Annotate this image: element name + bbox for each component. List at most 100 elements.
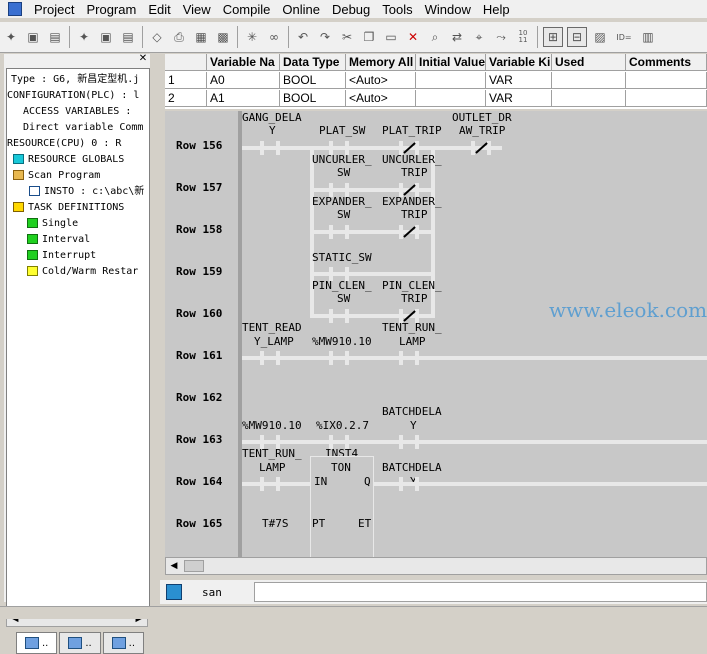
power-rail [238, 111, 242, 558]
id-icon[interactable]: ID= [613, 28, 635, 46]
tree-item[interactable]: Type : G6, 新昌定型机.j [11, 73, 139, 87]
tree-item[interactable]: Interrupt [27, 249, 96, 263]
compile-icon[interactable]: ✳ [243, 28, 261, 46]
tree-item[interactable]: ACCESS VARIABLES : [23, 105, 131, 119]
menu-help[interactable]: Help [477, 2, 516, 17]
variable-table: Variable Na Data Type Memory All Initial Va… [165, 54, 707, 109]
document-tab-san[interactable]: san [166, 582, 252, 602]
tree-item[interactable]: Interval [27, 233, 90, 247]
link-icon[interactable]: ∞ [265, 28, 283, 46]
tree-item[interactable]: Scan Program [13, 169, 100, 183]
table-row[interactable]: 1 A0 BOOL <Auto> VAR [165, 72, 707, 89]
contact-tent-ready-lamp[interactable] [260, 351, 280, 365]
contact-expander-sw[interactable] [329, 225, 349, 239]
open-program-icon[interactable]: ▣ [97, 28, 115, 46]
coil-batch-delay[interactable] [399, 435, 419, 449]
contact-label: TRIP [401, 208, 428, 221]
row-label: Row 158 [176, 223, 223, 236]
table-icon[interactable]: ▦ [192, 28, 210, 46]
tree-item[interactable]: CONFIGURATION(PLC) : l [7, 89, 139, 103]
menu-view[interactable]: View [177, 2, 217, 17]
tree-item-label: TASK DEFINITIONS [28, 202, 125, 213]
table-cell[interactable] [416, 90, 486, 107]
menu-tools[interactable]: Tools [376, 2, 418, 17]
table-cell[interactable] [552, 90, 626, 107]
tree-item[interactable]: Cold/Warm Restar [27, 265, 138, 279]
undo-icon[interactable]: ↶ [294, 28, 312, 46]
table-cell[interactable]: BOOL [280, 72, 346, 89]
menu-program[interactable]: Program [80, 2, 142, 17]
scroll-left-icon[interactable]: ◀ [168, 560, 180, 572]
column-header: Data Type [280, 54, 346, 71]
tree-item[interactable]: RESOURCE GLOBALS [13, 153, 124, 167]
contact-expander-trip[interactable] [399, 225, 419, 239]
contact-outlet-draw-trip[interactable] [471, 141, 491, 155]
contact-pin-clean-sw[interactable] [329, 309, 349, 323]
panel-close-icon[interactable]: ✕ [138, 54, 148, 64]
scrollbar-thumb[interactable] [184, 560, 204, 572]
paste-icon[interactable]: ▭ [382, 28, 400, 46]
ladder-horizontal-scrollbar[interactable]: ◀ [165, 557, 707, 575]
var-icon[interactable]: ◇ [148, 28, 166, 46]
table-cell[interactable]: VAR [486, 72, 552, 89]
table-cell[interactable]: 2 [165, 90, 207, 107]
grid-icon[interactable]: ▩ [214, 28, 232, 46]
toolbar-separator [237, 26, 238, 48]
table-cell[interactable]: <Auto> [346, 90, 416, 107]
tree-item[interactable]: RESOURCE(CPU) 0 : R [7, 137, 121, 151]
tree-item[interactable]: TASK DEFINITIONS [13, 201, 124, 215]
status-bar [0, 606, 707, 619]
new-program-icon[interactable]: ✦ [75, 28, 93, 46]
table-cell[interactable] [552, 72, 626, 89]
contact-label: UNCURLER_ [312, 153, 372, 166]
table-cell[interactable]: 1 [165, 72, 207, 89]
menu-project[interactable]: Project [28, 2, 80, 17]
table-cell[interactable]: A0 [207, 72, 280, 89]
menu-debug[interactable]: Debug [326, 2, 376, 17]
menu-window[interactable]: Window [419, 2, 477, 17]
menu-online[interactable]: Online [276, 2, 326, 17]
column-header: Variable Ki [486, 54, 552, 71]
contact-mw910-10[interactable] [329, 351, 349, 365]
table-cell[interactable]: <Auto> [346, 72, 416, 89]
table-cell[interactable] [626, 72, 707, 89]
renumber-icon[interactable]: 10 11 [514, 28, 532, 46]
tree-item[interactable]: Direct variable Comm [23, 121, 143, 135]
table-cell[interactable]: VAR [486, 90, 552, 107]
copy-icon[interactable]: ❐ [360, 28, 378, 46]
table-row[interactable]: 2 A1 BOOL <Auto> VAR [165, 90, 707, 107]
print-icon[interactable]: ⎙ [170, 28, 188, 46]
delete-icon[interactable]: ✕ [404, 28, 422, 46]
find-next-icon[interactable]: ⌖ [470, 28, 488, 46]
info-view-icon[interactable]: ⊟ [567, 27, 587, 47]
new-project-icon[interactable]: ✦ [2, 28, 20, 46]
tab-network-view[interactable]: .. [59, 632, 101, 654]
save-program-icon[interactable]: ▤ [119, 28, 137, 46]
replace-icon[interactable]: ⇄ [448, 28, 466, 46]
find-icon[interactable]: ⌕ [426, 28, 444, 46]
menu-edit[interactable]: Edit [142, 2, 176, 17]
tree-item[interactable]: INSTO : c:\abc\新 [29, 185, 144, 199]
table-cell[interactable]: BOOL [280, 90, 346, 107]
save-project-icon[interactable]: ▤ [46, 28, 64, 46]
coil-batch-delay-b[interactable] [399, 477, 419, 491]
redo-icon[interactable]: ↷ [316, 28, 334, 46]
table-cell[interactable] [416, 72, 486, 89]
tree-item[interactable]: Single [27, 217, 78, 231]
contact-gang-delay[interactable] [260, 141, 280, 155]
contact-tent-run-lamp[interactable] [260, 477, 280, 491]
table-cell[interactable]: A1 [207, 90, 280, 107]
goto-icon[interactable]: ⤳ [492, 28, 510, 46]
ladder-diagram[interactable]: Row 156 Row 157 Row 158 Row 159 Row 160 … [165, 111, 707, 558]
tab-library-view[interactable]: .. [102, 632, 144, 654]
open-project-icon[interactable]: ▣ [24, 28, 42, 46]
table-cell[interactable] [626, 90, 707, 107]
rung-line [242, 146, 502, 150]
menu-compile[interactable]: Compile [217, 2, 277, 17]
monitor-icon[interactable]: ▨ [591, 28, 609, 46]
coil-tent-run-lamp[interactable] [399, 351, 419, 365]
properties-icon[interactable]: ▥ [639, 28, 657, 46]
tab-project-view[interactable]: .. [16, 632, 58, 654]
ladder-view-icon[interactable]: ⊞ [543, 27, 563, 47]
cut-icon[interactable]: ✂ [338, 28, 356, 46]
